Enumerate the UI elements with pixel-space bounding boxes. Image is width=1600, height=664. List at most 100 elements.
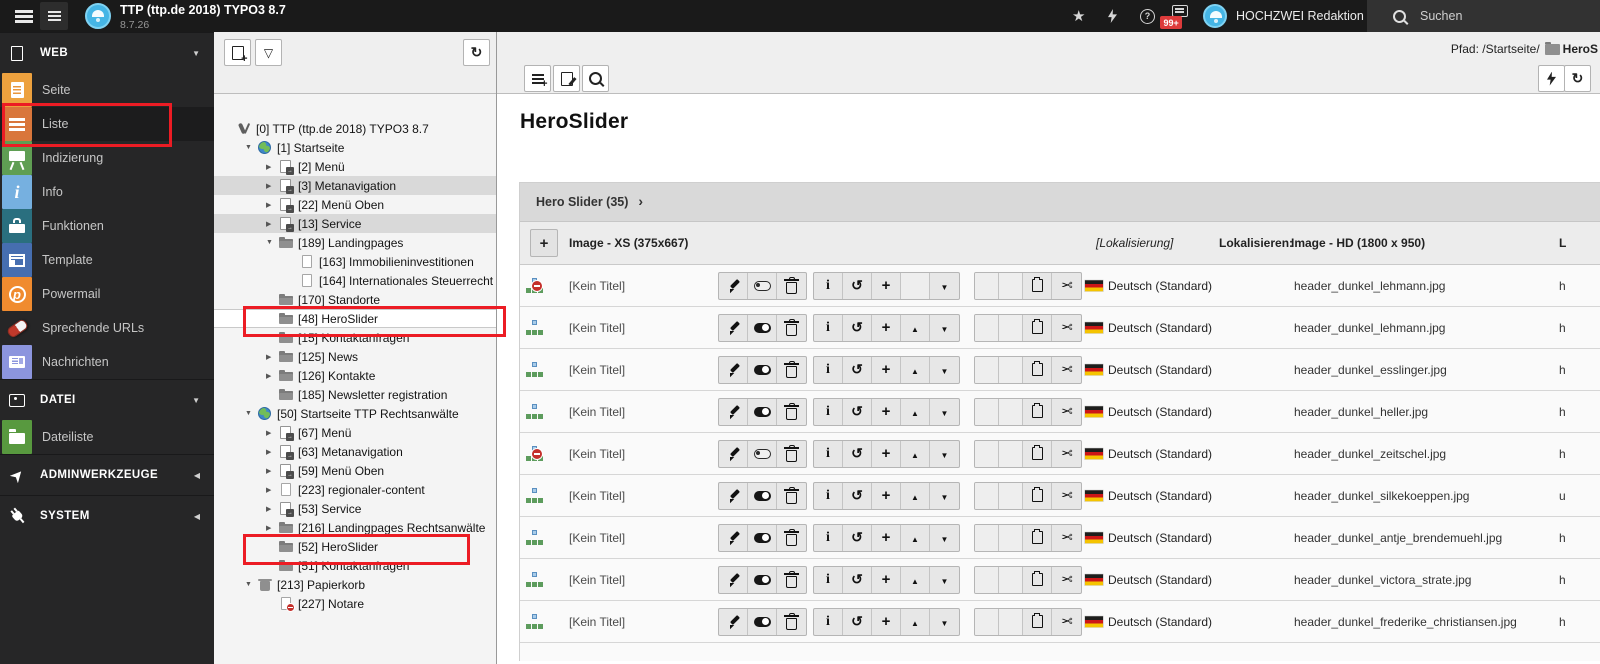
move-down-button[interactable] (930, 483, 959, 509)
new-record-after-button[interactable] (872, 441, 901, 467)
clipboard-copy-button[interactable] (1023, 399, 1052, 425)
bookmark-star-icon[interactable]: ★ (1072, 0, 1085, 32)
tree-expand-arrow[interactable]: ▼ (245, 581, 257, 588)
edit-button[interactable] (719, 357, 748, 383)
tree-item-3-metanavigation[interactable]: ▶ [3] Metanavigation (214, 176, 496, 195)
edit-button[interactable] (719, 483, 748, 509)
tree-item-50-startseite-ttp-rechtsanw-lte[interactable]: ▼ [50] Startseite TTP Rechtsanwälte (214, 404, 496, 423)
sidebar-section-adminwerkzeuge[interactable]: ADMINWERKZEUGE◀ (0, 454, 214, 495)
delete-button[interactable] (777, 315, 806, 341)
clipboard-cut-button[interactable] (1052, 567, 1081, 593)
tree-item-170-standorte[interactable]: [170] Standorte (214, 290, 496, 309)
tree-expand-arrow[interactable]: ▶ (266, 486, 278, 494)
record-title[interactable]: [Kein Titel] (569, 615, 625, 629)
record-type-icon[interactable] (526, 614, 543, 630)
clipboard-cut-button[interactable] (1052, 399, 1081, 425)
new-record-after-button[interactable] (872, 609, 901, 635)
clipboard-copy-button[interactable] (1023, 441, 1052, 467)
edit-button[interactable] (719, 567, 748, 593)
history-button[interactable] (843, 525, 872, 551)
move-up-button[interactable] (901, 357, 930, 383)
edit-button[interactable] (719, 441, 748, 467)
sidebar-item-indizierung[interactable]: Indizierung (0, 141, 214, 175)
tree-item-163-immobilieninvestitionen[interactable]: [163] Immobilieninvestitionen (214, 252, 496, 271)
tree-item-164-internationales-steuerrecht[interactable]: [164] Internationales Steuerrecht (214, 271, 496, 290)
sidebar-item-powermail[interactable]: Powermail (0, 277, 214, 311)
sidebar-section-web[interactable]: WEB▼ (0, 32, 214, 73)
reload-button[interactable]: ↻ (1564, 65, 1591, 92)
sidebar-item-template[interactable]: Template (0, 243, 214, 277)
sidebar-item-dateiliste[interactable]: Dateiliste (0, 420, 214, 454)
tree-expand-arrow[interactable]: ▶ (266, 429, 278, 437)
tree-expand-arrow[interactable]: ▶ (266, 163, 278, 171)
path-current-page[interactable]: HeroS (1563, 42, 1598, 56)
menu-toggle-icon[interactable] (15, 10, 33, 13)
tree-expand-arrow[interactable]: ▼ (266, 239, 278, 246)
tree-expand-arrow[interactable]: ▶ (266, 182, 278, 190)
record-type-icon[interactable] (526, 404, 543, 420)
tree-expand-arrow[interactable]: ▼ (245, 144, 257, 151)
new-record-button[interactable] (524, 65, 551, 92)
tree-expand-arrow[interactable]: ▶ (266, 353, 278, 361)
move-up-button[interactable] (901, 525, 930, 551)
clipboard-copy-button[interactable] (1023, 357, 1052, 383)
clipboard-cut-button[interactable] (1052, 525, 1081, 551)
edit-records-button[interactable] (553, 65, 580, 92)
info-button[interactable] (814, 315, 843, 341)
history-button[interactable] (843, 609, 872, 635)
new-page-button[interactable] (224, 39, 251, 66)
record-title[interactable]: [Kein Titel] (569, 363, 625, 377)
new-record-after-button[interactable] (872, 315, 901, 341)
visibility-toggle[interactable] (748, 441, 777, 467)
edit-button[interactable] (719, 609, 748, 635)
info-button[interactable] (814, 357, 843, 383)
move-down-button[interactable] (930, 315, 959, 341)
move-down-button[interactable] (930, 357, 959, 383)
tree-expand-arrow[interactable]: ▶ (266, 505, 278, 513)
path-dir[interactable]: /Startseite/ (1482, 42, 1539, 56)
new-record-after-button[interactable] (872, 357, 901, 383)
clipboard-cut-button[interactable] (1052, 357, 1081, 383)
tree-item-2-men[interactable]: ▶ [2] Menü (214, 157, 496, 176)
clipboard-cut-button[interactable] (1052, 483, 1081, 509)
tree-item-126-kontakte[interactable]: ▶ [126] Kontakte (214, 366, 496, 385)
record-type-icon[interactable] (526, 320, 543, 336)
visibility-toggle[interactable] (748, 567, 777, 593)
sidebar-item-nachrichten[interactable]: Nachrichten (0, 345, 214, 379)
clipboard-cut-button[interactable] (1052, 609, 1081, 635)
record-title[interactable]: [Kein Titel] (569, 279, 625, 293)
sidebar-item-seite[interactable]: Seite (0, 73, 214, 107)
history-button[interactable] (843, 483, 872, 509)
table-title[interactable]: Hero Slider (35) (536, 195, 628, 209)
delete-button[interactable] (777, 399, 806, 425)
record-title[interactable]: [Kein Titel] (569, 405, 625, 419)
info-button[interactable] (814, 525, 843, 551)
move-up-button[interactable] (901, 483, 930, 509)
clear-cache-icon[interactable] (1108, 0, 1117, 32)
tree-refresh-button[interactable]: ↻ (463, 39, 490, 66)
tree-item-125-news[interactable]: ▶ [125] News (214, 347, 496, 366)
move-up-button[interactable] (901, 609, 930, 635)
history-button[interactable] (843, 357, 872, 383)
move-down-button[interactable] (930, 609, 959, 635)
info-button[interactable] (814, 273, 843, 299)
info-button[interactable] (814, 441, 843, 467)
collapse-table-button[interactable]: + (530, 229, 558, 257)
sidebar-section-system[interactable]: SYSTEM◀ (0, 495, 214, 536)
new-record-after-button[interactable] (872, 273, 901, 299)
edit-button[interactable] (719, 273, 748, 299)
tree-item-59-men-oben[interactable]: ▶ [59] Menü Oben (214, 461, 496, 480)
record-type-icon[interactable] (526, 278, 543, 294)
tree-expand-arrow[interactable]: ▶ (266, 524, 278, 532)
info-button[interactable] (814, 567, 843, 593)
clear-cache-button[interactable] (1538, 65, 1565, 92)
visibility-toggle[interactable] (748, 399, 777, 425)
tree-item-51-kontaktanfragen[interactable]: [51] Kontaktanfragen (214, 556, 496, 575)
visibility-toggle[interactable] (748, 609, 777, 635)
sidebar-item-sprechende-urls[interactable]: Sprechende URLs (0, 311, 214, 345)
tree-item-48-heroslider[interactable]: [48] HeroSlider (214, 309, 496, 328)
move-down-button[interactable] (930, 273, 959, 299)
visibility-toggle[interactable] (748, 315, 777, 341)
visibility-toggle[interactable] (748, 357, 777, 383)
tree-item-53-service[interactable]: ▶ [53] Service (214, 499, 496, 518)
